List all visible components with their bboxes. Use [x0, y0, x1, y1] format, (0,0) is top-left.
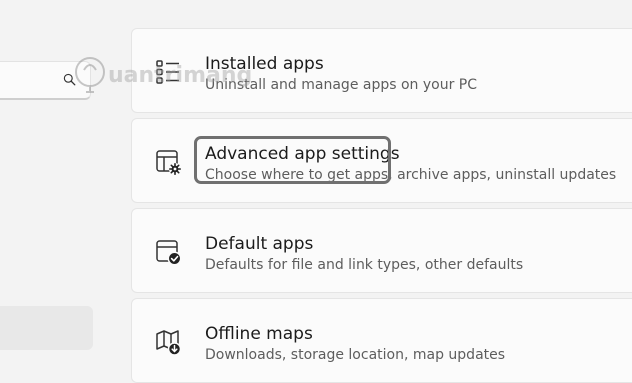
default-apps-icon — [156, 240, 182, 266]
sidebar-item-selected[interactable] — [0, 306, 93, 350]
search-input[interactable] — [0, 61, 91, 100]
installed-apps-card[interactable]: Installed apps Uninstall and manage apps… — [131, 28, 632, 113]
card-description: Downloads, storage location, map updates — [205, 347, 506, 363]
card-description: Defaults for file and link types, other … — [205, 257, 524, 273]
search-icon[interactable] — [63, 73, 76, 86]
advanced-app-settings-card[interactable]: Advanced app settings Choose where to ge… — [131, 118, 632, 203]
card-description: Uninstall and manage apps on your PC — [205, 77, 478, 93]
advanced-app-settings-icon — [156, 150, 182, 176]
card-title: Offline maps — [205, 324, 313, 344]
default-apps-card[interactable]: Default apps Defaults for file and link … — [131, 208, 632, 293]
card-title: Default apps — [205, 234, 314, 254]
card-title: Advanced app settings — [205, 144, 400, 164]
card-title: Installed apps — [205, 54, 324, 74]
offline-maps-card[interactable]: Offline maps Downloads, storage location… — [131, 298, 632, 383]
card-description: Choose where to get apps, archive apps, … — [205, 167, 617, 183]
installed-apps-icon — [156, 60, 179, 84]
offline-maps-icon — [156, 330, 182, 356]
